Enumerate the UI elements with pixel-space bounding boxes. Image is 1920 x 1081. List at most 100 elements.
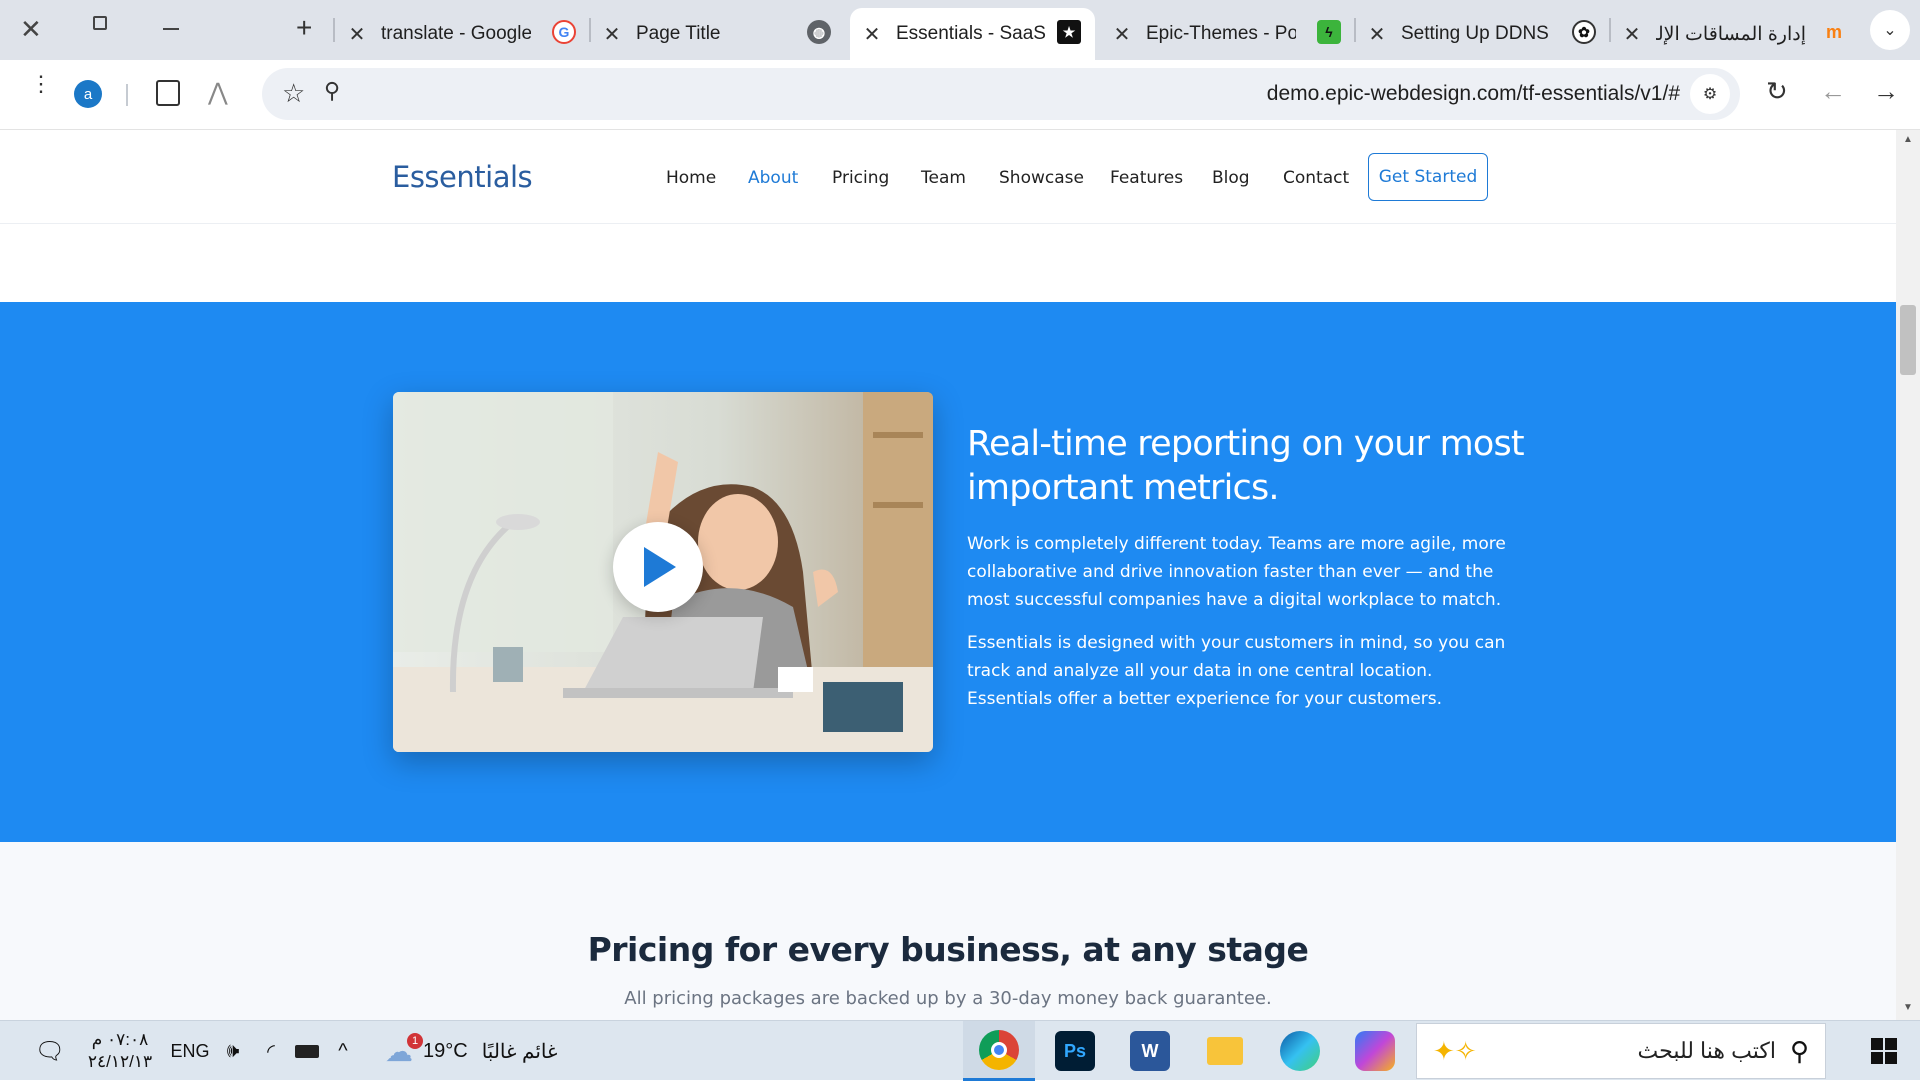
- weather-temp: 19°C: [423, 1039, 468, 1062]
- nav-pricing[interactable]: Pricing: [832, 168, 889, 188]
- nav-home[interactable]: Home: [666, 168, 716, 188]
- copilot-icon: [1355, 1031, 1395, 1071]
- get-started-button[interactable]: Get Started: [1368, 153, 1488, 201]
- tab-page-title[interactable]: ✕ Page Title ◍: [600, 8, 845, 60]
- clock[interactable]: ٠٧:٠٨ م ٢٤/١٢/١٣: [80, 1021, 160, 1081]
- wifi-icon[interactable]: ◜: [256, 1021, 286, 1081]
- zoom-icon[interactable]: ⚲: [324, 78, 340, 104]
- word-taskbar-button[interactable]: W: [1115, 1021, 1185, 1081]
- tab-ddns[interactable]: ✕ Setting Up DDNS ✿: [1365, 8, 1610, 60]
- tab-close-icon[interactable]: ✕: [600, 22, 624, 47]
- nav-contact[interactable]: Contact: [1283, 168, 1349, 188]
- menu-icon[interactable]: ⋮: [30, 73, 52, 95]
- pricing-subtitle: All pricing packages are backed up by a …: [624, 988, 1272, 1009]
- globe-icon: ◍: [807, 20, 831, 44]
- cloud-sun-icon: ☁ 1: [385, 1032, 423, 1068]
- moodle-icon: m: [1825, 21, 1842, 42]
- forward-icon[interactable]: →: [1873, 76, 1899, 107]
- search-placeholder: اكتب هنا للبحث: [1637, 1038, 1776, 1063]
- tab-close-icon[interactable]: ✕: [1110, 22, 1134, 47]
- url-text[interactable]: demo.epic-webdesign.com/tf-essentials/v1…: [1267, 82, 1680, 106]
- play-icon: [644, 547, 676, 587]
- address-bar[interactable]: ☆ ⚲ demo.epic-webdesign.com/tf-essential…: [262, 68, 1740, 120]
- hero-paragraph-1: Work is completely different today. Team…: [967, 534, 1506, 610]
- search-icon: ⚲: [1789, 1035, 1809, 1066]
- word-icon: W: [1130, 1031, 1170, 1071]
- site-settings-icon[interactable]: ⚙: [1690, 74, 1730, 114]
- scroll-down-icon[interactable]: ▼: [1903, 1002, 1913, 1013]
- copilot-taskbar-button[interactable]: [1340, 1021, 1410, 1081]
- close-window-icon[interactable]: ✕: [20, 14, 42, 45]
- tab-close-icon[interactable]: ✕: [860, 22, 884, 47]
- tab-close-icon[interactable]: ✕: [345, 22, 369, 47]
- battery-icon[interactable]: [292, 1021, 322, 1081]
- photoshop-taskbar-button[interactable]: Ps: [1040, 1021, 1110, 1081]
- nav-about[interactable]: About: [748, 168, 798, 188]
- tab-title: Epic-Themes - Port: [1146, 23, 1296, 44]
- tab-translate[interactable]: ✕ translate - Google G: [345, 8, 590, 60]
- start-button[interactable]: [1856, 1021, 1912, 1081]
- weather-widget[interactable]: ☁ 1 19°C غائم غالبًا: [385, 1021, 585, 1081]
- hero-title: Real-time reporting on your most importa…: [967, 424, 1525, 508]
- sparkle-icon: ✦✧: [1433, 1035, 1477, 1066]
- tab-close-icon[interactable]: ✕: [1365, 22, 1389, 47]
- language-indicator[interactable]: ENG: [168, 1021, 212, 1081]
- nav-showcase[interactable]: Showcase: [999, 168, 1084, 188]
- taskbar-search-box[interactable]: ✦✧ اكتب هنا للبحث ⚲: [1416, 1023, 1826, 1079]
- notification-icon[interactable]: 🗨: [30, 1021, 70, 1081]
- profile-avatar[interactable]: a: [74, 80, 102, 108]
- tab-title: إدارة المساقات الإلك: [1656, 23, 1806, 45]
- nav-features[interactable]: Features: [1110, 168, 1183, 188]
- tab-essentials[interactable]: ✕ Essentials - SaaS La ★: [850, 8, 1095, 60]
- tab-title: translate - Google: [381, 23, 531, 44]
- chrome-taskbar-button[interactable]: [963, 1021, 1035, 1081]
- pricing-title: Pricing for every business, at any stage: [587, 930, 1309, 969]
- site-logo[interactable]: Essentials: [392, 160, 533, 194]
- bolt-icon: ϟ: [1317, 20, 1341, 44]
- video-thumbnail[interactable]: [393, 392, 933, 752]
- edge-icon: [1280, 1031, 1320, 1071]
- tab-separator: [589, 18, 591, 42]
- tab-title: Page Title: [636, 23, 721, 44]
- tab-title: Essentials - SaaS La: [896, 23, 1046, 44]
- google-icon: G: [552, 20, 576, 44]
- back-icon[interactable]: ←: [1820, 76, 1846, 107]
- minimize-window-icon[interactable]: [163, 28, 179, 30]
- reload-icon[interactable]: ↻: [1766, 76, 1788, 107]
- nav-team[interactable]: Team: [921, 168, 966, 188]
- windows-icon: [1871, 1038, 1897, 1064]
- browser-toolbar: ⋮ a ⋀ ☆ ⚲ demo.epic-webdesign.com/tf-ess…: [0, 60, 1920, 130]
- new-tab-icon[interactable]: +: [296, 12, 312, 44]
- tab-epic-themes[interactable]: ✕ Epic-Themes - Port ϟ: [1110, 8, 1355, 60]
- restore-window-icon[interactable]: [93, 16, 107, 30]
- hero-section: Real-time reporting on your most importa…: [0, 302, 1896, 842]
- extension-a-icon[interactable]: ⋀: [208, 78, 228, 107]
- toolbar-separator: [126, 84, 128, 106]
- star-icon: ★: [1057, 20, 1081, 44]
- tab-separator: [1609, 18, 1611, 42]
- edge-taskbar-button[interactable]: [1265, 1021, 1335, 1081]
- bookmark-star-icon[interactable]: ☆: [282, 78, 305, 109]
- hero-paragraph-2: Essentials is designed with your custome…: [967, 633, 1506, 709]
- tab-moodle[interactable]: ✕ إدارة المساقات الإلك m: [1620, 8, 1860, 60]
- windows-taskbar: 🗨 ٠٧:٠٨ م ٢٤/١٢/١٣ ENG 🕪 ◜ ^ ☁ 1 19°C غا…: [0, 1020, 1920, 1081]
- site-navbar: Essentials Home About Pricing Team Showc…: [0, 130, 1896, 224]
- weather-badge: 1: [407, 1032, 423, 1049]
- scroll-up-icon[interactable]: ▲: [1903, 134, 1913, 145]
- file-explorer-taskbar-button[interactable]: [1190, 1021, 1260, 1081]
- play-button[interactable]: [613, 522, 703, 612]
- web-page: Essentials Home About Pricing Team Showc…: [0, 130, 1896, 1020]
- chrome-icon: [979, 1029, 1019, 1070]
- volume-icon[interactable]: 🕪: [218, 1021, 248, 1081]
- page-scrollbar[interactable]: ▲ ▼: [1896, 130, 1920, 1020]
- tab-separator: [1354, 18, 1356, 42]
- scrollbar-thumb[interactable]: [1900, 305, 1916, 375]
- nav-blog[interactable]: Blog: [1212, 168, 1250, 188]
- clock-date: ٢٤/١٢/١٣: [87, 1052, 153, 1071]
- tab-close-icon[interactable]: ✕: [1620, 22, 1644, 47]
- extensions-icon[interactable]: [156, 80, 180, 106]
- tab-title: Setting Up DDNS: [1401, 23, 1549, 44]
- tab-search-button[interactable]: ⌄: [1870, 10, 1910, 50]
- tray-expand-icon[interactable]: ^: [328, 1021, 358, 1081]
- openai-icon: ✿: [1572, 20, 1596, 44]
